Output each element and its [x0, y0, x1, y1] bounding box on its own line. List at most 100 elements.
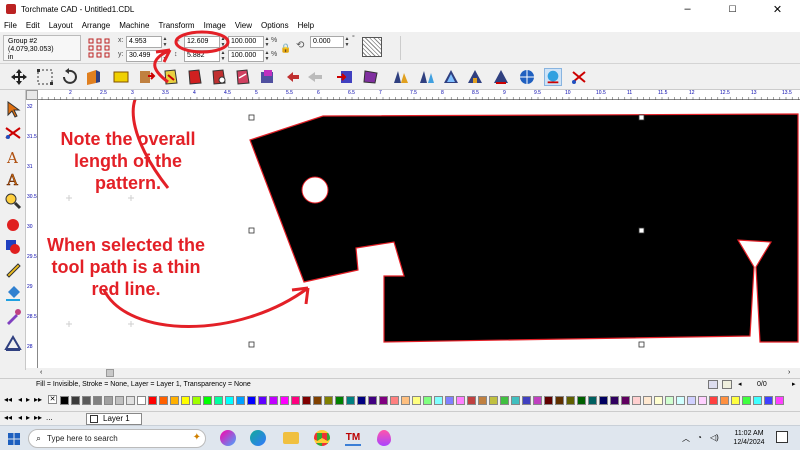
palette-swatch[interactable]: [368, 396, 377, 405]
palette-swatch[interactable]: [753, 396, 762, 405]
drawing-canvas[interactable]: Note the overall length of the pattern. …: [38, 100, 800, 368]
height-spinner[interactable]: ▲ ▼: [220, 50, 226, 62]
menu-transform[interactable]: Transform: [158, 21, 194, 30]
palette-swatch[interactable]: [93, 396, 102, 405]
edge-icon[interactable]: [250, 430, 266, 446]
scale-height-field[interactable]: 100.000: [228, 50, 264, 62]
y-field[interactable]: 30.499: [126, 50, 162, 62]
paint-app-icon[interactable]: [377, 430, 391, 446]
palette-prev-icon[interactable]: ◂: [18, 395, 22, 404]
width-spinner[interactable]: ▲ ▼: [220, 36, 226, 48]
vertical-ruler[interactable]: 32 31.5 31 30.5 30 29.5 29 28.5 28: [26, 100, 38, 370]
maximize-button[interactable]: ☐: [710, 0, 755, 18]
page-prev-tab-icon[interactable]: ◂: [18, 413, 22, 422]
active-tool-icon[interactable]: [544, 68, 562, 86]
horizontal-scrollbar[interactable]: ‹ ›: [26, 368, 800, 378]
volume-icon[interactable]: ◁): [710, 433, 719, 442]
tool-icon[interactable]: [492, 68, 510, 86]
palette-swatch[interactable]: [720, 396, 729, 405]
lock-proportions-icon[interactable]: 🔒: [280, 43, 291, 54]
palette-swatch[interactable]: [643, 396, 652, 405]
palette-swatch[interactable]: [533, 396, 542, 405]
palette-swatch[interactable]: [313, 396, 322, 405]
pattern-fill-icon[interactable]: [362, 37, 382, 57]
windows-start-icon[interactable]: [8, 433, 20, 445]
palette-swatch[interactable]: [302, 396, 311, 405]
palette-swatch[interactable]: [610, 396, 619, 405]
zoom-icon[interactable]: [4, 192, 22, 210]
palette-swatch[interactable]: [632, 396, 641, 405]
palette-swatch[interactable]: [258, 396, 267, 405]
palette-swatch[interactable]: [71, 396, 80, 405]
palette-swatch[interactable]: [148, 396, 157, 405]
palette-swatch[interactable]: [544, 396, 553, 405]
palette-last-icon[interactable]: ▸▸: [34, 395, 42, 404]
palette-first-icon[interactable]: ◂◂: [4, 395, 12, 404]
palette-swatch[interactable]: [665, 396, 674, 405]
menu-arrange[interactable]: Arrange: [82, 21, 110, 30]
palette-swatch[interactable]: [522, 396, 531, 405]
palette-swatch[interactable]: [478, 396, 487, 405]
palette-swatch[interactable]: [401, 396, 410, 405]
palette-swatch[interactable]: [489, 396, 498, 405]
menu-machine[interactable]: Machine: [119, 21, 149, 30]
palette-swatch[interactable]: [203, 396, 212, 405]
palette-swatch[interactable]: [434, 396, 443, 405]
scale-height-spinner[interactable]: ▲ ▼: [264, 50, 270, 62]
palette-swatch[interactable]: [346, 396, 355, 405]
plate-icon[interactable]: [112, 68, 130, 86]
clock[interactable]: 11:02 AM 12/4/2024: [728, 429, 770, 447]
minimize-button[interactable]: –: [665, 0, 710, 18]
text-icon[interactable]: A: [4, 148, 22, 166]
palette-swatch[interactable]: [423, 396, 432, 405]
page-prev-icon[interactable]: ◂: [738, 379, 742, 391]
network-icon[interactable]: ◔: [697, 433, 702, 442]
palette-swatch[interactable]: [214, 396, 223, 405]
y-spinner[interactable]: ▲ ▼: [162, 50, 168, 62]
chrome-icon[interactable]: [314, 430, 330, 446]
file-explorer-icon[interactable]: [283, 432, 299, 444]
lead-in-icon[interactable]: [138, 68, 156, 86]
menu-options[interactable]: Options: [261, 21, 289, 30]
palette-swatch[interactable]: [445, 396, 454, 405]
palette-swatch[interactable]: [269, 396, 278, 405]
palette-swatch[interactable]: [82, 396, 91, 405]
sim-icon[interactable]: [466, 68, 484, 86]
layer-icon[interactable]: [306, 68, 324, 86]
measure-icon[interactable]: [4, 334, 22, 352]
palette-swatch[interactable]: [764, 396, 773, 405]
palette-swatch[interactable]: [742, 396, 751, 405]
menu-view[interactable]: View: [235, 21, 252, 30]
palette-swatch[interactable]: [654, 396, 663, 405]
palette-swatch[interactable]: [280, 396, 289, 405]
fill-icon[interactable]: [4, 216, 22, 234]
palette-swatch[interactable]: [467, 396, 476, 405]
rotation-field[interactable]: 0.000: [310, 36, 344, 48]
undo-icon[interactable]: [60, 68, 78, 86]
no-color-swatch[interactable]: ✕: [48, 395, 57, 404]
palette-swatch[interactable]: [676, 396, 685, 405]
pen-icon[interactable]: [4, 260, 22, 278]
paint-bucket-icon[interactable]: [4, 284, 22, 302]
menu-help[interactable]: Help: [298, 21, 314, 30]
target-icon[interactable]: [442, 68, 460, 86]
horizontal-ruler[interactable]: 2 2.5 3 3.5 4 4.5 5 5.5 6 6.5 7 7.5 8 8.…: [38, 90, 800, 100]
eyedropper-icon[interactable]: [4, 308, 22, 326]
palette-swatch[interactable]: [412, 396, 421, 405]
menu-file[interactable]: File: [4, 21, 17, 30]
node-icon[interactable]: [36, 68, 54, 86]
x-spinner[interactable]: ▲ ▼: [162, 36, 168, 48]
palette-swatch[interactable]: [687, 396, 696, 405]
palette-swatch[interactable]: [599, 396, 608, 405]
palette-swatch[interactable]: [170, 396, 179, 405]
palette-next-icon[interactable]: ▸: [26, 395, 30, 404]
page-first-icon[interactable]: ◂◂: [4, 413, 12, 422]
text-art-icon[interactable]: A: [4, 170, 22, 188]
palette-swatch[interactable]: [379, 396, 388, 405]
palette-swatch[interactable]: [159, 396, 168, 405]
torchmate-app-icon[interactable]: TM: [345, 430, 361, 446]
taskbar-search[interactable]: ⌕ Type here to search ✦: [28, 429, 206, 448]
reference-point-grid[interactable]: [88, 38, 110, 58]
scroll-thumb[interactable]: [106, 369, 114, 377]
palette-swatch[interactable]: [588, 396, 597, 405]
